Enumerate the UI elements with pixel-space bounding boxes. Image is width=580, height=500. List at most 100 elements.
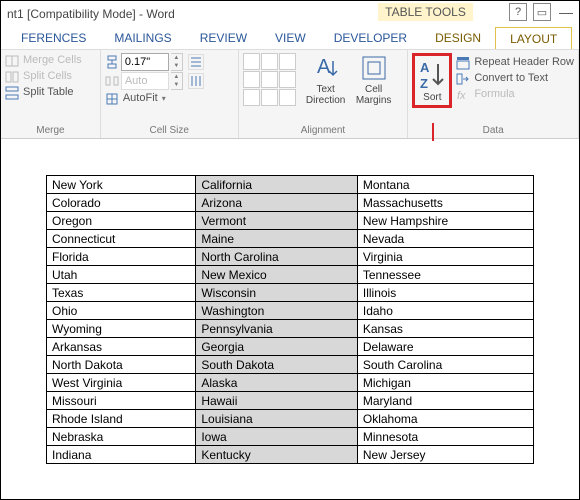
- table-cell[interactable]: Hawaii: [196, 392, 358, 410]
- align-bl[interactable]: [243, 89, 260, 106]
- align-tr[interactable]: [279, 53, 296, 70]
- row-height-input[interactable]: 0.17": [121, 53, 169, 71]
- table-row[interactable]: New YorkCaliforniaMontana: [47, 176, 534, 194]
- table-cell[interactable]: Idaho: [357, 302, 533, 320]
- tab-developer[interactable]: DEVELOPER: [320, 27, 421, 49]
- table-cell[interactable]: Nevada: [357, 230, 533, 248]
- table-cell[interactable]: Oregon: [47, 212, 196, 230]
- table-cell[interactable]: Indiana: [47, 446, 196, 464]
- formula-button: fx Formula: [456, 87, 574, 102]
- table-cell[interactable]: New Hampshire: [357, 212, 533, 230]
- tab-view[interactable]: VIEW: [261, 27, 320, 49]
- table-cell[interactable]: Illinois: [357, 284, 533, 302]
- states-table[interactable]: New YorkCaliforniaMontanaColoradoArizona…: [46, 175, 534, 464]
- table-cell[interactable]: South Carolina: [357, 356, 533, 374]
- table-row[interactable]: Rhode IslandLouisianaOklahoma: [47, 410, 534, 428]
- align-br[interactable]: [279, 89, 296, 106]
- sort-button[interactable]: AZ Sort: [412, 53, 452, 108]
- tab-mailings[interactable]: MAILINGS: [100, 27, 185, 49]
- help-button[interactable]: ?: [509, 3, 527, 21]
- table-cell[interactable]: South Dakota: [196, 356, 358, 374]
- ribbon-options-button[interactable]: ▭: [533, 3, 551, 21]
- table-row[interactable]: OregonVermontNew Hampshire: [47, 212, 534, 230]
- table-cell[interactable]: Massachusetts: [357, 194, 533, 212]
- align-mc[interactable]: [261, 71, 278, 88]
- table-cell[interactable]: Maine: [196, 230, 358, 248]
- table-cell[interactable]: Alaska: [196, 374, 358, 392]
- table-row[interactable]: West VirginiaAlaskaMichigan: [47, 374, 534, 392]
- table-cell[interactable]: New Jersey: [357, 446, 533, 464]
- cell-margins-button[interactable]: Cell Margins: [354, 53, 394, 106]
- table-row[interactable]: ColoradoArizonaMassachusetts: [47, 194, 534, 212]
- table-row[interactable]: TexasWisconsinIllinois: [47, 284, 534, 302]
- text-direction-button[interactable]: A Text Direction: [304, 53, 348, 106]
- table-cell[interactable]: Missouri: [47, 392, 196, 410]
- align-tc[interactable]: [261, 53, 278, 70]
- tab-layout[interactable]: LAYOUT: [495, 27, 572, 49]
- table-cell[interactable]: Michigan: [357, 374, 533, 392]
- table-cell[interactable]: California: [196, 176, 358, 194]
- distribute-cols-icon[interactable]: [188, 73, 204, 89]
- group-cellsize: 0.17" ▲▼ Auto ▲▼ AutoFit ▾ Cell Size: [101, 50, 239, 138]
- table-cell[interactable]: New York: [47, 176, 196, 194]
- table-cell[interactable]: Maryland: [357, 392, 533, 410]
- table-cell[interactable]: Tennessee: [357, 266, 533, 284]
- convert-text-button[interactable]: Convert to Text: [456, 71, 574, 86]
- align-mr[interactable]: [279, 71, 296, 88]
- table-row[interactable]: OhioWashingtonIdaho: [47, 302, 534, 320]
- table-row[interactable]: NebraskaIowaMinnesota: [47, 428, 534, 446]
- group-data: AZ Sort Repeat Header Row Convert to Tex…: [408, 50, 579, 138]
- table-cell[interactable]: New Mexico: [196, 266, 358, 284]
- table-cell[interactable]: Arkansas: [47, 338, 196, 356]
- table-row[interactable]: ConnecticutMaineNevada: [47, 230, 534, 248]
- table-row[interactable]: WyomingPennsylvaniaKansas: [47, 320, 534, 338]
- table-cell[interactable]: Kansas: [357, 320, 533, 338]
- table-cell[interactable]: North Carolina: [196, 248, 358, 266]
- table-cell[interactable]: Wisconsin: [196, 284, 358, 302]
- table-cell[interactable]: Wyoming: [47, 320, 196, 338]
- minimize-button[interactable]: —: [557, 3, 575, 21]
- table-cell[interactable]: Louisiana: [196, 410, 358, 428]
- table-row[interactable]: North DakotaSouth DakotaSouth Carolina: [47, 356, 534, 374]
- table-cell[interactable]: Minnesota: [357, 428, 533, 446]
- align-bc[interactable]: [261, 89, 278, 106]
- table-cell[interactable]: Montana: [357, 176, 533, 194]
- table-cell[interactable]: Virginia: [357, 248, 533, 266]
- row-height-spinner[interactable]: ▲▼: [171, 53, 183, 71]
- table-cell[interactable]: Oklahoma: [357, 410, 533, 428]
- table-row[interactable]: FloridaNorth CarolinaVirginia: [47, 248, 534, 266]
- table-cell[interactable]: Florida: [47, 248, 196, 266]
- table-cell[interactable]: Texas: [47, 284, 196, 302]
- split-table-button[interactable]: Split Table: [5, 85, 96, 100]
- table-cell[interactable]: Nebraska: [47, 428, 196, 446]
- table-cell[interactable]: Pennsylvania: [196, 320, 358, 338]
- table-row[interactable]: MissouriHawaiiMaryland: [47, 392, 534, 410]
- table-cell[interactable]: Connecticut: [47, 230, 196, 248]
- tab-review[interactable]: REVIEW: [186, 27, 261, 49]
- table-cell[interactable]: West Virginia: [47, 374, 196, 392]
- align-tl[interactable]: [243, 53, 260, 70]
- table-cell[interactable]: North Dakota: [47, 356, 196, 374]
- distribute-rows-icon[interactable]: [188, 54, 204, 70]
- table-row[interactable]: UtahNew MexicoTennessee: [47, 266, 534, 284]
- table-cell[interactable]: Rhode Island: [47, 410, 196, 428]
- repeat-header-button[interactable]: Repeat Header Row: [456, 55, 574, 70]
- autofit-button[interactable]: AutoFit ▾: [105, 91, 234, 106]
- table-cell[interactable]: Washington: [196, 302, 358, 320]
- table-cell[interactable]: Ohio: [47, 302, 196, 320]
- table-row[interactable]: ArkansasGeorgiaDelaware: [47, 338, 534, 356]
- table-cell[interactable]: Delaware: [357, 338, 533, 356]
- table-row[interactable]: IndianaKentuckyNew Jersey: [47, 446, 534, 464]
- tab-references[interactable]: FERENCES: [7, 27, 100, 49]
- tab-design[interactable]: DESIGN: [421, 27, 495, 49]
- table-cell[interactable]: Colorado: [47, 194, 196, 212]
- table-cell[interactable]: Utah: [47, 266, 196, 284]
- chevron-down-icon: ▾: [162, 91, 166, 106]
- table-cell[interactable]: Georgia: [196, 338, 358, 356]
- table-cell[interactable]: Arizona: [196, 194, 358, 212]
- align-ml[interactable]: [243, 71, 260, 88]
- table-cell[interactable]: Vermont: [196, 212, 358, 230]
- table-cell[interactable]: Kentucky: [196, 446, 358, 464]
- svg-text:A: A: [317, 56, 331, 78]
- table-cell[interactable]: Iowa: [196, 428, 358, 446]
